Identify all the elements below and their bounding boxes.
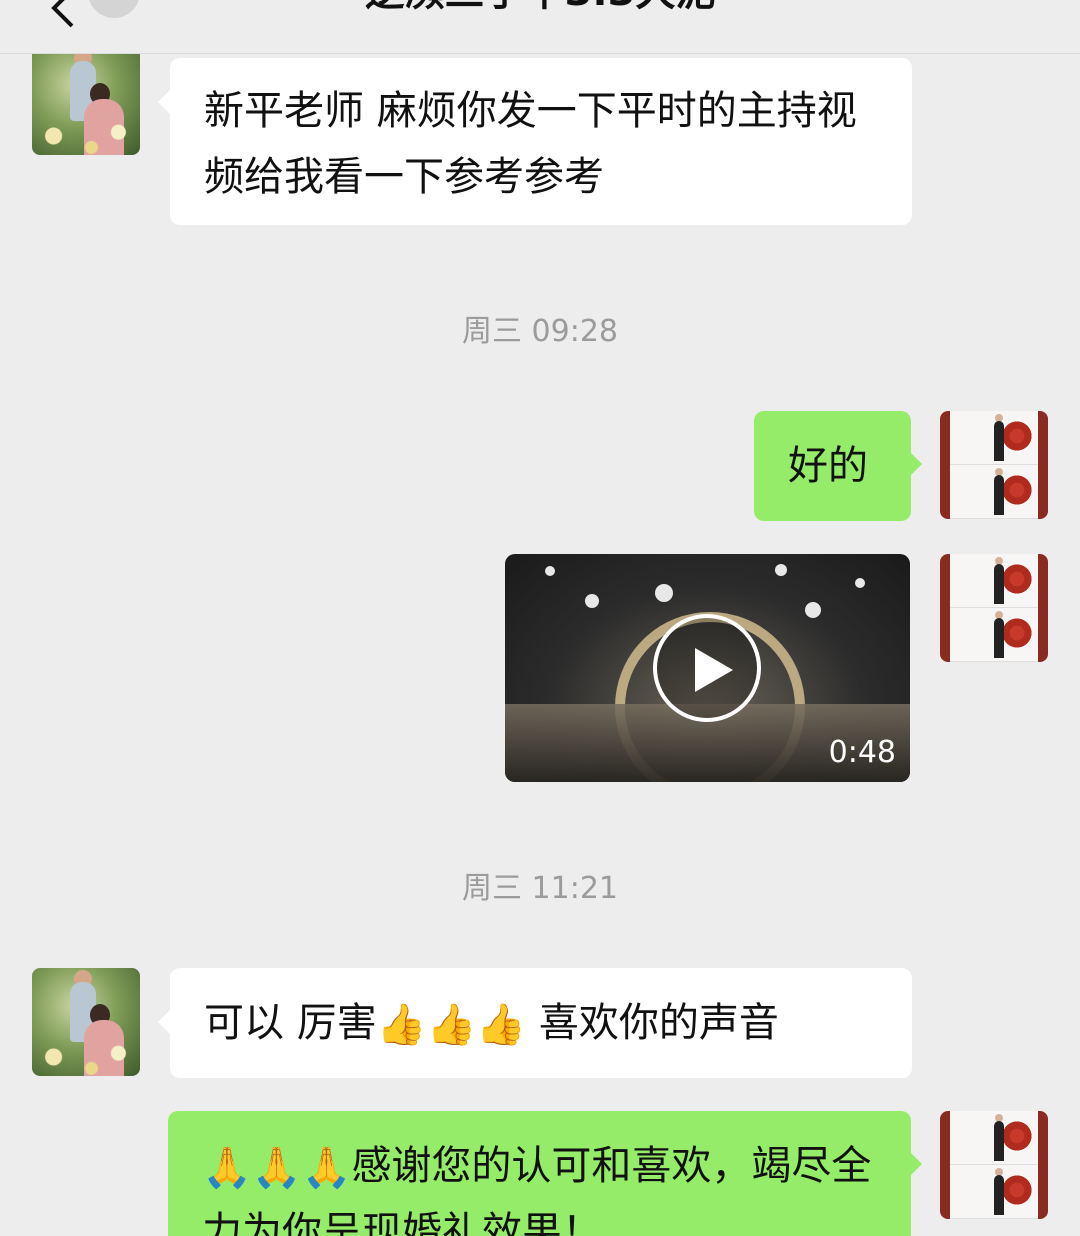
message-bubble-outgoing[interactable]: 好的 (754, 411, 911, 521)
contact-avatar[interactable] (32, 47, 140, 155)
message-text: 新平老师 麻烦你发一下平时的主持视频给我看一下参考参考 (204, 88, 857, 200)
message-text: 可以 厉害 (204, 1000, 377, 1046)
chat-title: 逆濒三手毕3.3犬泥 (0, 0, 1080, 16)
chat-screen: 逆濒三手毕3.3犬泥 新平老师 麻烦你发一下平时的主持视频给我看一下参考参考 周… (0, 0, 1080, 1236)
thumbs-up-icon: 👍 (426, 1002, 477, 1048)
thumbs-up-icon: 👍 (476, 1002, 527, 1048)
timestamp: 周三 11:21 (462, 871, 618, 906)
video-duration: 0:48 (828, 735, 896, 770)
pray-icon: 🙏 (301, 1145, 352, 1191)
pray-icon: 🙏 (251, 1145, 302, 1191)
my-avatar[interactable] (940, 1111, 1048, 1219)
my-avatar[interactable] (940, 411, 1048, 519)
thumbs-up-icon: 👍 (376, 1002, 427, 1048)
my-avatar[interactable] (940, 554, 1048, 662)
bubble-tail (158, 90, 170, 114)
play-icon (695, 648, 733, 692)
bubble-tail (158, 1010, 170, 1034)
bubble-tail (910, 1152, 922, 1176)
video-message[interactable]: 0:48 (505, 554, 910, 782)
top-nav-bar: 逆濒三手毕3.3犬泥 (0, 0, 1080, 54)
timestamp: 周三 09:28 (462, 314, 618, 349)
pray-icon: 🙏 (202, 1145, 252, 1191)
message-bubble-outgoing[interactable]: 🙏🙏🙏感谢您的认可和喜欢，竭尽全力为你呈现婚礼效果！ (168, 1111, 911, 1236)
play-button[interactable] (653, 614, 761, 722)
message-bubble-incoming[interactable]: 新平老师 麻烦你发一下平时的主持视频给我看一下参考参考 (170, 58, 912, 225)
message-text: 好的 (788, 443, 868, 489)
bubble-tail (910, 452, 922, 476)
message-bubble-incoming[interactable]: 可以 厉害👍👍👍 喜欢你的声音 (170, 968, 912, 1078)
contact-avatar[interactable] (32, 968, 140, 1076)
message-text: 喜欢你的声音 (538, 1000, 779, 1046)
